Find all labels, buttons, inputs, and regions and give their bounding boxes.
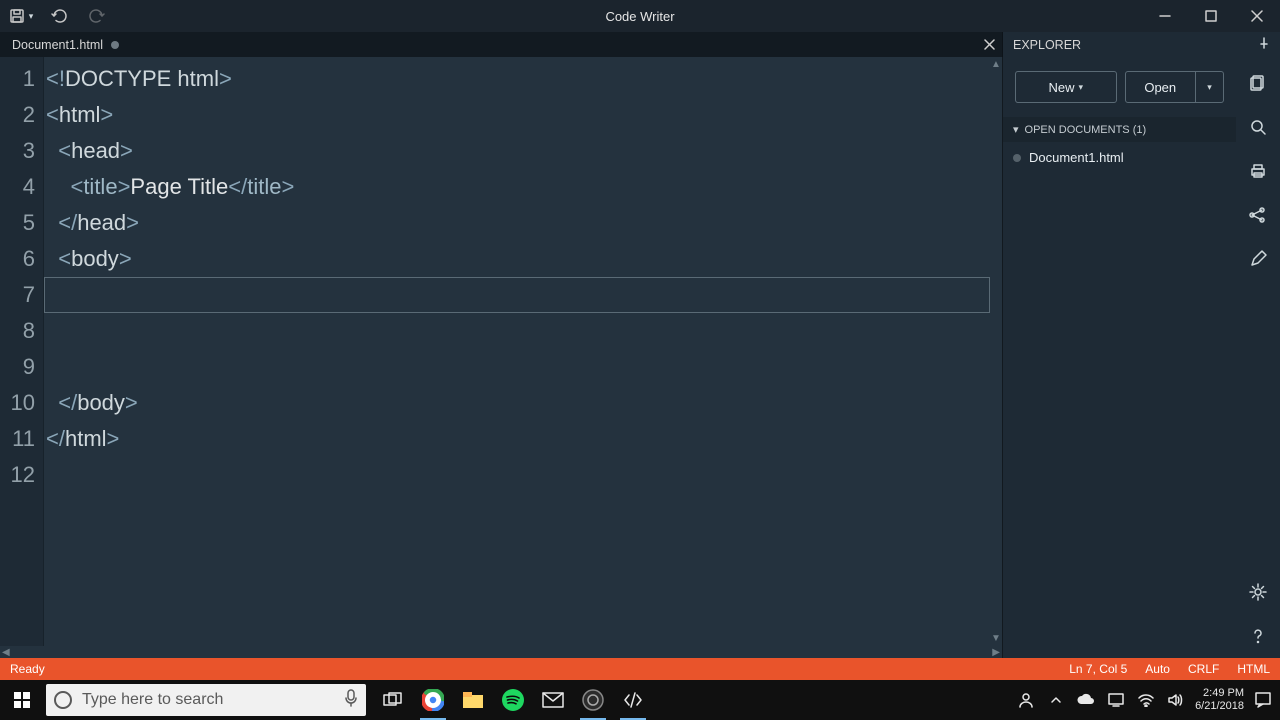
taskbar: Type here to search 2:49 PM 6/21/2018 — [0, 680, 1280, 720]
status-encoding[interactable]: Auto — [1145, 662, 1170, 676]
taskbar-search[interactable]: Type here to search — [46, 684, 366, 716]
tab-close-button[interactable] — [976, 32, 1002, 57]
code-editor[interactable]: 123456789101112 <!DOCTYPE html><html> <h… — [0, 57, 1002, 646]
minimize-button[interactable] — [1142, 0, 1188, 32]
code-writer-icon[interactable] — [616, 680, 650, 720]
status-language[interactable]: HTML — [1237, 662, 1270, 676]
volume-icon[interactable] — [1165, 680, 1187, 720]
new-button[interactable]: New▾ — [1015, 71, 1117, 103]
pin-icon[interactable] — [1258, 37, 1270, 52]
dirty-indicator-icon — [111, 41, 119, 49]
tray-chevron-icon[interactable] — [1045, 680, 1067, 720]
save-button[interactable]: ▾ — [6, 0, 36, 32]
cortana-icon — [54, 691, 72, 709]
mic-icon[interactable] — [344, 689, 358, 712]
status-eol[interactable]: CRLF — [1188, 662, 1219, 676]
document-tab[interactable]: Document1.html — [0, 32, 131, 57]
file-explorer-icon[interactable] — [456, 680, 490, 720]
search-icon[interactable] — [1246, 115, 1270, 139]
help-icon[interactable] — [1246, 624, 1270, 648]
open-documents-section[interactable]: ▾ OPEN DOCUMENTS (1) — [1003, 117, 1236, 142]
onedrive-icon[interactable] — [1075, 680, 1097, 720]
open-dropdown-button[interactable]: ▾ — [1196, 71, 1224, 103]
people-icon[interactable] — [1015, 680, 1037, 720]
copy-icon[interactable] — [1246, 71, 1270, 95]
explorer-header: EXPLORER — [1002, 32, 1280, 57]
scroll-down-icon[interactable]: ▼ — [991, 633, 1001, 644]
horizontal-scrollbar[interactable]: ◀ ▶ — [0, 646, 1002, 658]
title-bar: ▾ Code Writer — [0, 0, 1280, 32]
print-icon[interactable] — [1246, 159, 1270, 183]
start-button[interactable] — [0, 680, 44, 720]
status-ready: Ready — [10, 662, 45, 676]
open-document-item[interactable]: Document1.html — [1003, 142, 1236, 173]
network-icon[interactable] — [1105, 680, 1127, 720]
status-cursor[interactable]: Ln 7, Col 5 — [1069, 662, 1127, 676]
maximize-button[interactable] — [1188, 0, 1234, 32]
obs-icon[interactable] — [576, 680, 610, 720]
redo-button[interactable] — [82, 0, 112, 32]
window-title: Code Writer — [0, 9, 1280, 24]
undo-button[interactable] — [44, 0, 74, 32]
spotify-icon[interactable] — [496, 680, 530, 720]
scroll-right-icon[interactable]: ▶ — [992, 647, 1000, 658]
search-placeholder: Type here to search — [82, 691, 223, 709]
task-view-icon[interactable] — [376, 680, 410, 720]
tab-label: Document1.html — [12, 38, 103, 52]
open-button[interactable]: Open — [1125, 71, 1197, 103]
line-gutter: 123456789101112 — [0, 57, 44, 646]
action-center-icon[interactable] — [1252, 680, 1274, 720]
explorer-title: EXPLORER — [1013, 38, 1081, 52]
scroll-up-icon[interactable]: ▲ — [991, 59, 1001, 70]
tab-strip: Document1.html EXPLORER — [0, 32, 1280, 57]
code-area[interactable]: <!DOCTYPE html><html> <head> <title>Page… — [44, 57, 990, 646]
explorer-panel: New▾ Open ▾ ▾ OPEN DOCUMENTS (1) Documen… — [1002, 57, 1236, 658]
status-bar: Ready Ln 7, Col 5 Auto CRLF HTML — [0, 658, 1280, 680]
vertical-scrollbar[interactable]: ▲ ▼ — [990, 57, 1002, 646]
scroll-left-icon[interactable]: ◀ — [2, 647, 10, 658]
taskbar-clock[interactable]: 2:49 PM 6/21/2018 — [1195, 687, 1244, 713]
settings-icon[interactable] — [1246, 580, 1270, 604]
wifi-icon[interactable] — [1135, 680, 1157, 720]
share-icon[interactable] — [1246, 203, 1270, 227]
edit-icon[interactable] — [1246, 247, 1270, 271]
chevron-down-icon: ▾ — [1013, 123, 1019, 136]
close-button[interactable] — [1234, 0, 1280, 32]
mail-icon[interactable] — [536, 680, 570, 720]
icon-strip — [1236, 57, 1280, 658]
chrome-icon[interactable] — [416, 680, 450, 720]
